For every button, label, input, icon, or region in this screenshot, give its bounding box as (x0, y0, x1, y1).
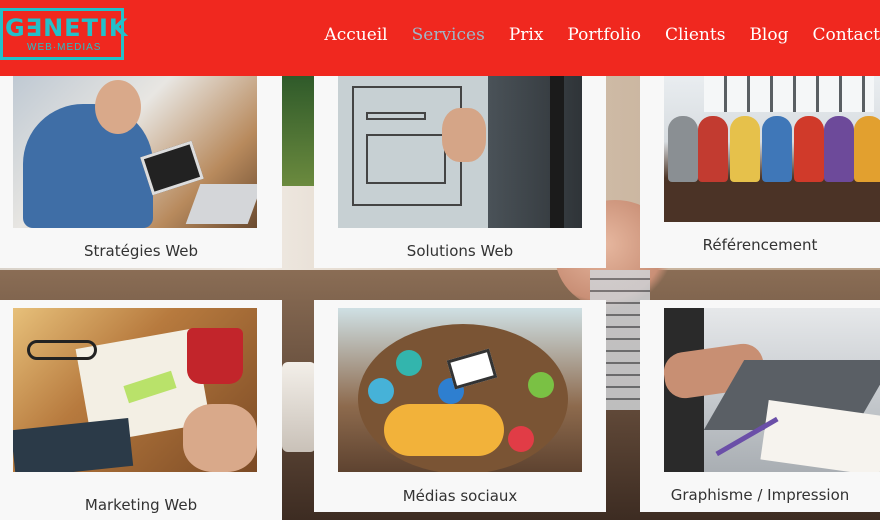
service-title: Stratégies Web (83, 242, 199, 260)
logo-subtitle: WEB·MEDIAS (27, 42, 102, 53)
service-card-medias-sociaux[interactable]: Médias sociaux (314, 300, 606, 512)
nav-accueil[interactable]: Accueil (324, 24, 387, 46)
nav-services[interactable]: Services (412, 24, 485, 46)
service-title: Graphisme / Impression (670, 486, 850, 504)
design-photo (664, 308, 880, 472)
logo-title: G∃NETIK (5, 14, 129, 42)
service-card-referencement[interactable]: Référencement (640, 76, 880, 268)
team-photo (664, 76, 880, 222)
service-card-strategies[interactable]: Stratégies Web (0, 76, 282, 268)
ideas-photo (13, 308, 257, 472)
site-header: G∃NETIK WEB·MEDIAS Accueil Services Prix… (0, 0, 880, 76)
nav-portfolio[interactable]: Portfolio (567, 24, 641, 46)
service-card-graphisme[interactable]: Graphisme / Impression (640, 300, 880, 512)
nav-blog[interactable]: Blog (749, 24, 788, 46)
service-title: Marketing Web (84, 496, 198, 514)
strategy-photo (13, 76, 257, 228)
nav-prix[interactable]: Prix (509, 24, 544, 46)
service-title: Solutions Web (406, 242, 514, 260)
main-nav: Accueil Services Prix Portfolio Clients … (300, 24, 880, 46)
nav-contact[interactable]: Contact (812, 24, 880, 46)
social-photo (338, 308, 582, 472)
service-title: Référencement (702, 236, 818, 254)
wireframe-photo (338, 76, 582, 228)
service-card-solutions[interactable]: Solutions Web (314, 76, 606, 268)
nav-clients[interactable]: Clients (665, 24, 725, 46)
service-title: Médias sociaux (402, 487, 518, 505)
service-card-marketing[interactable]: Marketing Web (0, 300, 282, 520)
genetik-logo[interactable]: G∃NETIK WEB·MEDIAS (0, 8, 127, 60)
